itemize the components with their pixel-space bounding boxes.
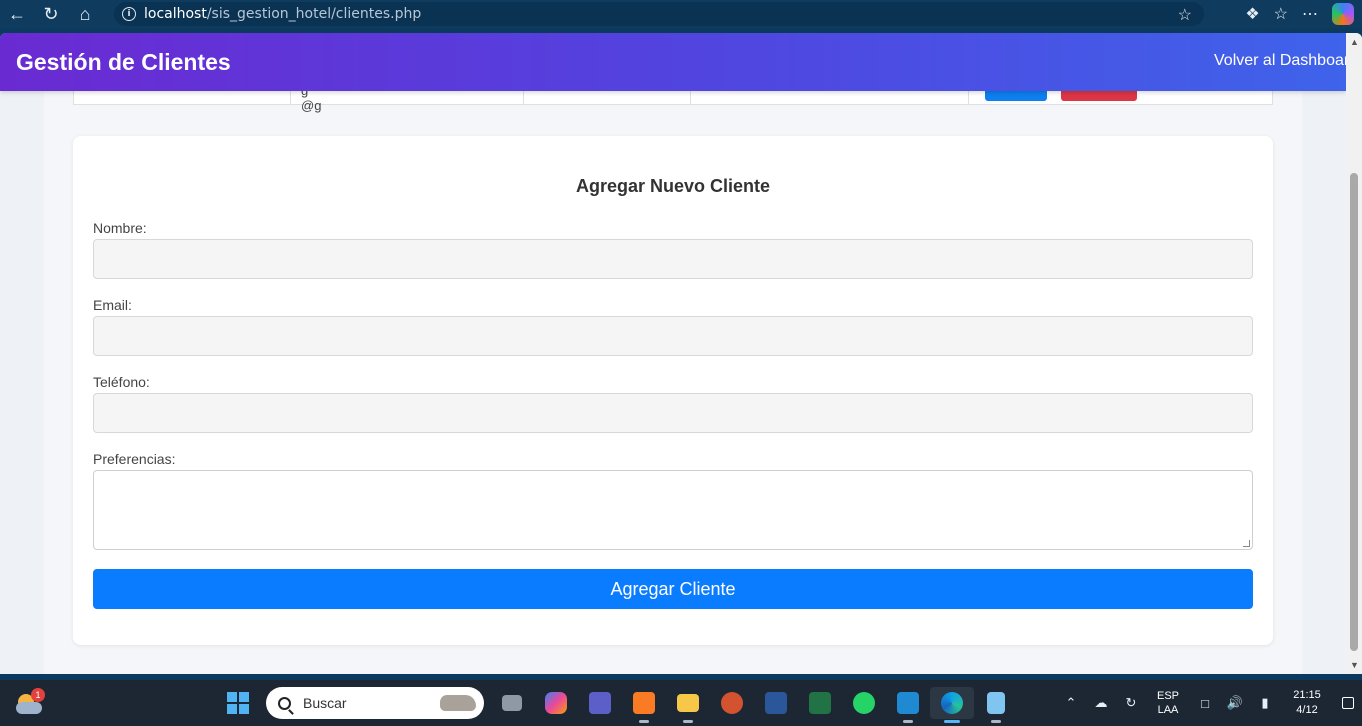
address-bar[interactable]: i localhost/sis_gestion_hotel/clientes.p… (114, 2, 1204, 26)
table-cell-divider (523, 89, 524, 104)
table-cell-divider: g @g (290, 83, 321, 113)
xampp-icon[interactable] (622, 687, 666, 723)
preferencias-label: Preferencias: (93, 451, 176, 467)
add-client-button[interactable]: Agregar Cliente (93, 569, 1253, 609)
scroll-down-icon[interactable]: ▼ (1350, 660, 1359, 670)
favorites-icon[interactable]: ☆ (1274, 4, 1288, 24)
battery-icon[interactable]: ▮ (1250, 695, 1280, 711)
language-code: ESP (1156, 690, 1179, 702)
windows-taskbar: 1 Buscar ⌃ ☁ ↻ ESP LAA □ 🔊 ▮ 21:15 4/12 (0, 680, 1362, 726)
network-icon[interactable]: □ (1190, 696, 1220, 711)
teams-icon[interactable] (578, 687, 622, 719)
search-placeholder: Buscar (303, 695, 347, 711)
excel-icon[interactable] (798, 687, 842, 719)
preferencias-textarea[interactable] (93, 470, 1253, 550)
copilot-app-icon[interactable] (534, 687, 578, 719)
favorite-star-icon[interactable]: ☆ (1178, 5, 1192, 25)
weather-widget-icon[interactable]: 1 (14, 688, 45, 718)
nombre-input[interactable] (93, 239, 1253, 279)
extensions-icon[interactable]: ❖ (1245, 4, 1259, 24)
onedrive-error-icon[interactable]: ☁ (1086, 695, 1116, 711)
table-cell-divider (968, 89, 969, 104)
weather-badge: 1 (31, 688, 45, 702)
page-viewport: g @g Gestión de Clientes Volver al Dashb… (0, 33, 1362, 674)
url-path: /sis_gestion_hotel/clientes.php (206, 6, 422, 22)
notepad-icon[interactable] (974, 687, 1018, 723)
clock-time: 21:15 (1293, 689, 1321, 701)
scroll-up-icon[interactable]: ▲ (1350, 37, 1359, 47)
site-info-icon[interactable]: i (122, 7, 136, 21)
input-language[interactable]: ESP LAA (1146, 689, 1190, 717)
vertical-scrollbar[interactable]: ▲ ▼ (1346, 33, 1362, 674)
search-icon (278, 696, 291, 710)
email-input[interactable] (93, 316, 1253, 356)
more-menu-icon[interactable]: ⋯ (1302, 4, 1318, 24)
scrollbar-thumb[interactable] (1350, 173, 1358, 651)
show-hidden-icons-chevron-icon[interactable]: ⌃ (1056, 695, 1086, 711)
table-row: g @g (73, 83, 1273, 113)
notifications-icon[interactable] (1334, 697, 1362, 709)
browser-toolbar: ← ↻ ⌂ i localhost/sis_gestion_hotel/clie… (0, 0, 1362, 28)
powerpoint-icon[interactable] (710, 687, 754, 719)
start-button[interactable] (216, 687, 260, 719)
telefono-input[interactable] (93, 393, 1253, 433)
page-title: Gestión de Clientes (16, 48, 231, 75)
system-tray: ⌃ ☁ ↻ ESP LAA □ 🔊 ▮ 21:15 4/12 (1056, 680, 1362, 726)
vscode-icon[interactable] (886, 687, 930, 723)
edge-icon[interactable] (930, 687, 974, 723)
resize-handle-icon[interactable] (1243, 540, 1250, 547)
refresh-icon[interactable]: ↻ (34, 0, 68, 28)
form-title: Agregar Nuevo Cliente (575, 176, 771, 196)
url-host: localhost (144, 6, 207, 22)
clock[interactable]: 21:15 4/12 (1280, 688, 1334, 718)
back-to-dashboard-link[interactable]: Volver al Dashboard (1214, 52, 1346, 70)
home-icon[interactable]: ⌂ (68, 0, 102, 28)
back-icon[interactable]: ← (0, 0, 34, 28)
table-cell-divider (690, 89, 691, 104)
volume-icon[interactable]: 🔊 (1220, 695, 1250, 711)
sync-icon[interactable]: ↻ (1116, 695, 1146, 711)
copilot-icon[interactable] (1332, 3, 1354, 25)
email-label: Email: (93, 297, 132, 313)
file-explorer-icon[interactable] (666, 687, 710, 723)
search-highlight-image (440, 695, 476, 711)
task-view-icon[interactable] (490, 687, 534, 719)
add-client-form: Agregar Nuevo Cliente Nombre: Email: Tel… (73, 136, 1273, 645)
clock-date: 4/12 (1296, 704, 1318, 716)
app-header: Gestión de Clientes Volver al Dashboard (0, 33, 1346, 91)
word-icon[interactable] (754, 687, 798, 719)
taskbar-search[interactable]: Buscar (266, 687, 484, 719)
nombre-label: Nombre: (93, 220, 147, 236)
keyboard-layout: LAA (1157, 704, 1179, 716)
windows-logo-icon (227, 692, 249, 714)
whatsapp-icon[interactable] (842, 687, 886, 719)
telefono-label: Teléfono: (93, 374, 150, 390)
